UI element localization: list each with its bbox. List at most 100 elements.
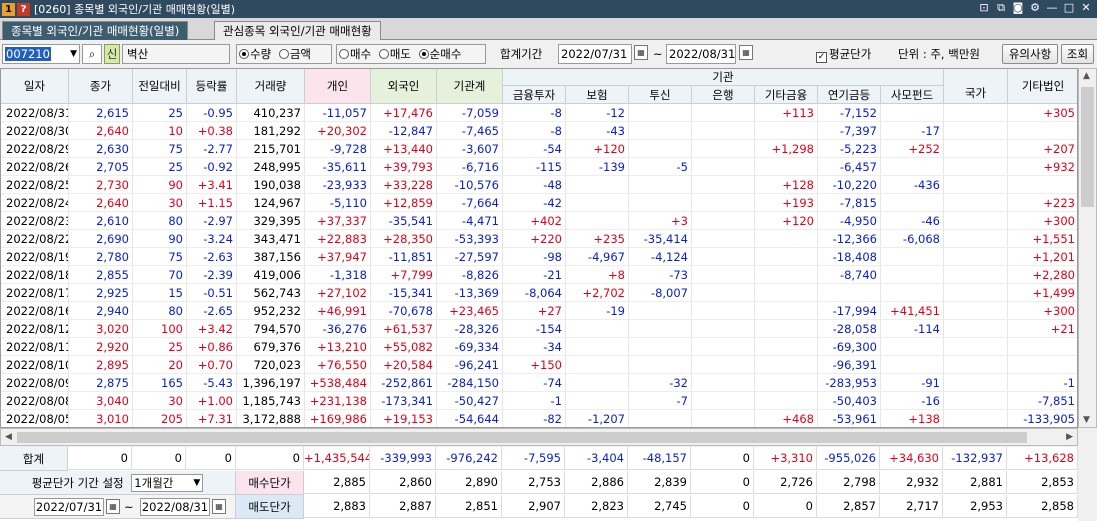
radio-button[interactable]	[418, 49, 429, 59]
cell-date: 2022/08/29	[1, 140, 69, 158]
window-copy-icon[interactable]: ⧉	[994, 1, 1008, 15]
table-row[interactable]: 2022/08/23 2,610 80 -2.97 329,395 +37,337 -35,…	[1, 212, 1077, 230]
help-badge[interactable]: ?	[17, 2, 30, 16]
tab-stock-daily[interactable]: 종목별 외국인/기관 매매현황(일별)	[2, 21, 189, 40]
radio-quantity[interactable]: 수량	[239, 47, 271, 61]
header-trust[interactable]: 투신	[629, 86, 692, 104]
cell-other-corp: +300	[1008, 212, 1077, 230]
camera-icon[interactable]: ◙	[1011, 1, 1025, 15]
cell-other-fin: +120	[755, 212, 818, 230]
header-date[interactable]: 일자	[1, 69, 69, 104]
cell-individual: -36,276	[305, 320, 371, 338]
header-change[interactable]: 전일대비	[133, 69, 187, 104]
radio-amount[interactable]: 금액	[278, 47, 311, 61]
cell-inst-total: -10,576	[437, 176, 503, 194]
radio-net-buy[interactable]: 순매수	[418, 47, 461, 61]
start-date-input[interactable]: 2022/07/31	[558, 44, 632, 64]
table-row[interactable]: 2022/08/25 2,730 90 +3.41 190,038 -23,933 +33,…	[1, 176, 1077, 194]
calendar-icon[interactable]: ▦	[739, 45, 753, 60]
total-nation: -132,937	[943, 447, 1007, 470]
scroll-thumb[interactable]	[17, 432, 1027, 443]
check-icon[interactable]: ✓	[816, 52, 827, 63]
cell-other-corp: +21	[1008, 320, 1077, 338]
cell-rate: -0.95	[187, 104, 237, 122]
header-insurance[interactable]: 보험	[566, 86, 629, 104]
cell-other-corp: +2,280	[1008, 266, 1077, 284]
table-row[interactable]: 2022/08/24 2,640 30 +1.15 124,967 -5,110 +12,8…	[1, 194, 1077, 212]
header-fin-invest[interactable]: 금융투자	[503, 86, 566, 104]
avg-start-date[interactable]: 2022/07/31	[34, 498, 104, 516]
header-other-corp[interactable]: 기타법인	[1008, 69, 1077, 104]
tab-watchlist[interactable]: 관심종목 외국인/기관 매매현황	[214, 21, 381, 40]
table-row[interactable]: 2022/08/10 2,895 20 +0.70 720,023 +76,550 +20,…	[1, 356, 1077, 374]
table-row[interactable]: 2022/08/30 2,640 10 +0.38 181,292 +20,302 -12,…	[1, 122, 1077, 140]
header-private-fund[interactable]: 사모펀드	[881, 86, 944, 104]
header-other-fin[interactable]: 기타금융	[755, 86, 818, 104]
radio-sell[interactable]: 매도	[378, 47, 411, 61]
cell-private-fund: -6,068	[881, 230, 944, 248]
table-row[interactable]: 2022/08/18 2,855 70 -2.39 419,006 -1,318 +7,79…	[1, 266, 1077, 284]
header-pension[interactable]: 연기금등	[818, 86, 881, 104]
header-rate[interactable]: 등락률	[187, 69, 237, 104]
table-row[interactable]: 2022/08/05 3,010 205 +7.31 3,172,888 +169,986…	[1, 410, 1077, 427]
header-bank[interactable]: 은행	[692, 86, 755, 104]
gear-icon[interactable]: ⚙	[1028, 1, 1042, 15]
cell-date: 2022/08/19	[1, 248, 69, 266]
cell-change: 100	[133, 320, 187, 338]
table-row[interactable]: 2022/08/12 3,020 100 +3.42 794,570 -36,276 +61…	[1, 320, 1077, 338]
scroll-down-icon[interactable]: ▼	[1083, 415, 1090, 425]
radio-button[interactable]	[378, 49, 389, 59]
radio-buy[interactable]: 매수	[339, 47, 371, 61]
window-link-icon[interactable]: ⊡	[977, 1, 991, 15]
avg-price-checkbox[interactable]: ✓ 평균단가	[816, 44, 871, 64]
chevron-down-icon[interactable]: ▼	[193, 475, 200, 491]
scroll-left-icon[interactable]: ◀	[5, 432, 12, 442]
vertical-scrollbar[interactable]: ▲ ▼	[1078, 68, 1097, 428]
header-individual[interactable]: 개인	[305, 69, 371, 104]
total-fin-invest: -7,595	[502, 447, 565, 470]
search-icon[interactable]: ⌕	[82, 44, 102, 64]
scroll-right-icon[interactable]: ▶	[1066, 432, 1073, 442]
notice-button[interactable]: 유의사항	[1002, 44, 1058, 64]
scroll-thumb[interactable]	[1081, 87, 1094, 207]
cell-fin-invest: -115	[503, 158, 566, 176]
header-inst-total[interactable]: 기관계	[437, 69, 503, 104]
avg-period-select[interactable]: 1개월간 ▼	[131, 474, 204, 492]
header-foreign[interactable]: 외국인	[371, 69, 437, 104]
header-volume[interactable]: 거래량	[237, 69, 305, 104]
cell-date: 2022/08/10	[1, 356, 69, 374]
table-row[interactable]: 2022/08/11 2,920 25 +0.86 679,376 +13,210 +55,…	[1, 338, 1077, 356]
cell-bank	[692, 392, 755, 410]
horizontal-scrollbar[interactable]: ◀ ▶	[0, 428, 1078, 446]
table-row[interactable]: 2022/08/09 2,875 165 -5.43 1,396,197 +538,484…	[1, 374, 1077, 392]
cell-foreign: +39,793	[371, 158, 437, 176]
radio-button[interactable]	[339, 49, 349, 59]
query-button[interactable]: 조회	[1061, 44, 1094, 64]
table-row[interactable]: 2022/08/16 2,940 80 -2.65 952,232 +46,991 -70,…	[1, 302, 1077, 320]
table-row[interactable]: 2022/08/08 3,040 30 +1.00 1,185,743 +231,138-…	[1, 392, 1077, 410]
maximize-icon[interactable]: □	[1062, 1, 1076, 15]
toolbar: 007210 ▼ ⌕ 신 벽산 수량 금액 매수 매도 순매수 합계기간 202…	[0, 40, 1097, 67]
stock-code-input[interactable]: 007210 ▼	[2, 44, 80, 64]
table-row[interactable]: 2022/08/31 2,615 25 -0.95 410,237 -11,057 +17,…	[1, 104, 1077, 122]
radio-button[interactable]	[239, 49, 249, 59]
avg-end-date[interactable]: 2022/08/31	[140, 498, 210, 516]
cell-insurance: -12	[566, 104, 629, 122]
scroll-up-icon[interactable]: ▲	[1083, 71, 1090, 81]
table-row[interactable]: 2022/08/29 2,630 75 -2.77 215,701 -9,728 +13,4…	[1, 140, 1077, 158]
dropdown-arrow-icon[interactable]: ▼	[70, 45, 77, 63]
minimize-icon[interactable]: —	[1045, 1, 1059, 15]
table-row[interactable]: 2022/08/26 2,705 25 -0.92 248,995 -35,611 +39,…	[1, 158, 1077, 176]
calendar-icon[interactable]: ▦	[106, 499, 120, 514]
credit-badge: 신	[104, 44, 120, 64]
table-row[interactable]: 2022/08/22 2,690 90 -3.24 343,471 +22,883 +28,…	[1, 230, 1077, 248]
header-close[interactable]: 종가	[69, 69, 133, 104]
calendar-icon[interactable]: ▦	[634, 45, 648, 60]
table-row[interactable]: 2022/08/17 2,925 15 -0.51 562,743 +27,102 -15,…	[1, 284, 1077, 302]
radio-button[interactable]	[278, 49, 289, 59]
close-icon[interactable]: ✕	[1079, 1, 1093, 15]
end-date-input[interactable]: 2022/08/31	[666, 44, 736, 64]
header-nation[interactable]: 국가	[944, 69, 1008, 104]
calendar-icon[interactable]: ▦	[212, 499, 226, 514]
table-row[interactable]: 2022/08/19 2,780 75 -2.63 387,156 +37,947 -11,…	[1, 248, 1077, 266]
